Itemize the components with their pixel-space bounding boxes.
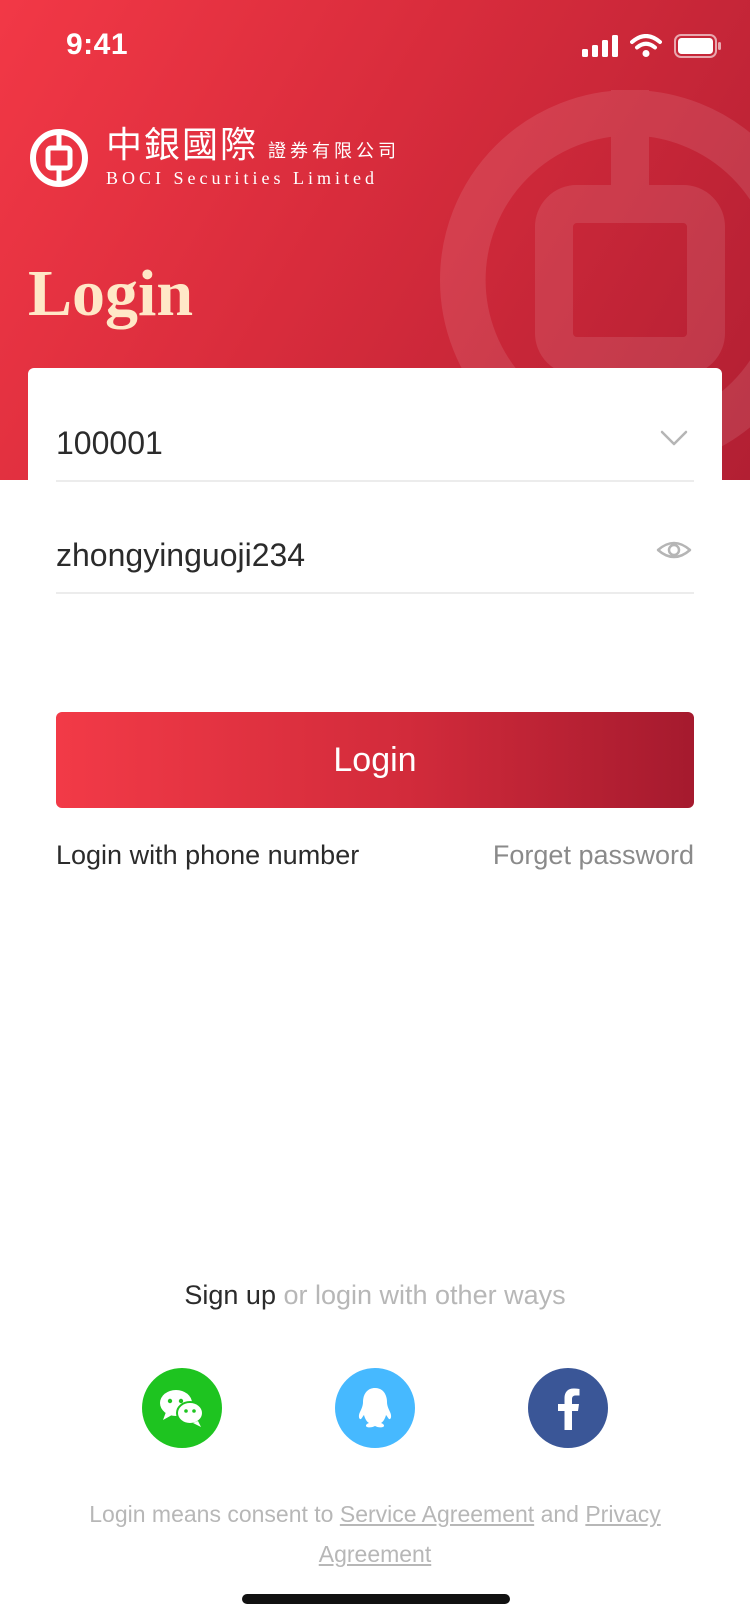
brand-name-cn: 中銀國際 [106, 125, 259, 166]
wechat-icon [160, 1390, 204, 1427]
home-indicator [242, 1594, 510, 1604]
wechat-login-button[interactable] [142, 1368, 222, 1448]
qq-login-button[interactable] [335, 1368, 415, 1448]
brand-header: 中銀國際 證券有限公司 BOCI Securities Limited [28, 126, 400, 189]
password-field[interactable] [56, 480, 694, 594]
qq-icon [358, 1388, 392, 1428]
status-time: 9:41 [66, 28, 129, 61]
battery-icon [674, 34, 721, 58]
login-button[interactable]: Login [56, 712, 694, 808]
service-agreement-link[interactable]: Service Agreement [340, 1501, 534, 1527]
social-login-row [0, 1368, 750, 1448]
brand-name-en: BOCI Securities Limited [106, 168, 378, 188]
eye-icon[interactable] [654, 530, 694, 570]
consent-prefix: Login means consent to [89, 1501, 340, 1527]
brand-name-cn-sub: 證券有限公司 [268, 141, 401, 162]
forget-password-link[interactable]: Forget password [493, 840, 694, 871]
signup-link[interactable]: Sign up [184, 1280, 276, 1310]
account-input[interactable] [56, 425, 616, 462]
consent-connector: and [534, 1501, 586, 1527]
phone-login-link[interactable]: Login with phone number [56, 840, 359, 871]
facebook-login-button[interactable] [528, 1368, 608, 1448]
boci-logo-icon [30, 128, 88, 187]
consent-text: Login means consent to Service Agreement… [60, 1494, 690, 1574]
signup-line: Sign up or login with other ways [0, 1280, 750, 1311]
account-field[interactable] [56, 368, 694, 482]
status-icons [582, 34, 722, 58]
login-form: Login Login with phone number Forget pas… [28, 368, 722, 888]
wifi-icon [630, 34, 662, 57]
status-bar: 9:41 [0, 0, 750, 94]
page-title: Login [28, 257, 194, 330]
password-input[interactable] [56, 537, 616, 574]
other-ways-text: or login with other ways [275, 1280, 566, 1310]
brand-text: 中銀國際 證券有限公司 BOCI Securities Limited [106, 126, 400, 189]
facebook-icon [558, 1388, 580, 1430]
signal-icon [582, 35, 618, 57]
chevron-down-icon[interactable] [654, 418, 694, 458]
